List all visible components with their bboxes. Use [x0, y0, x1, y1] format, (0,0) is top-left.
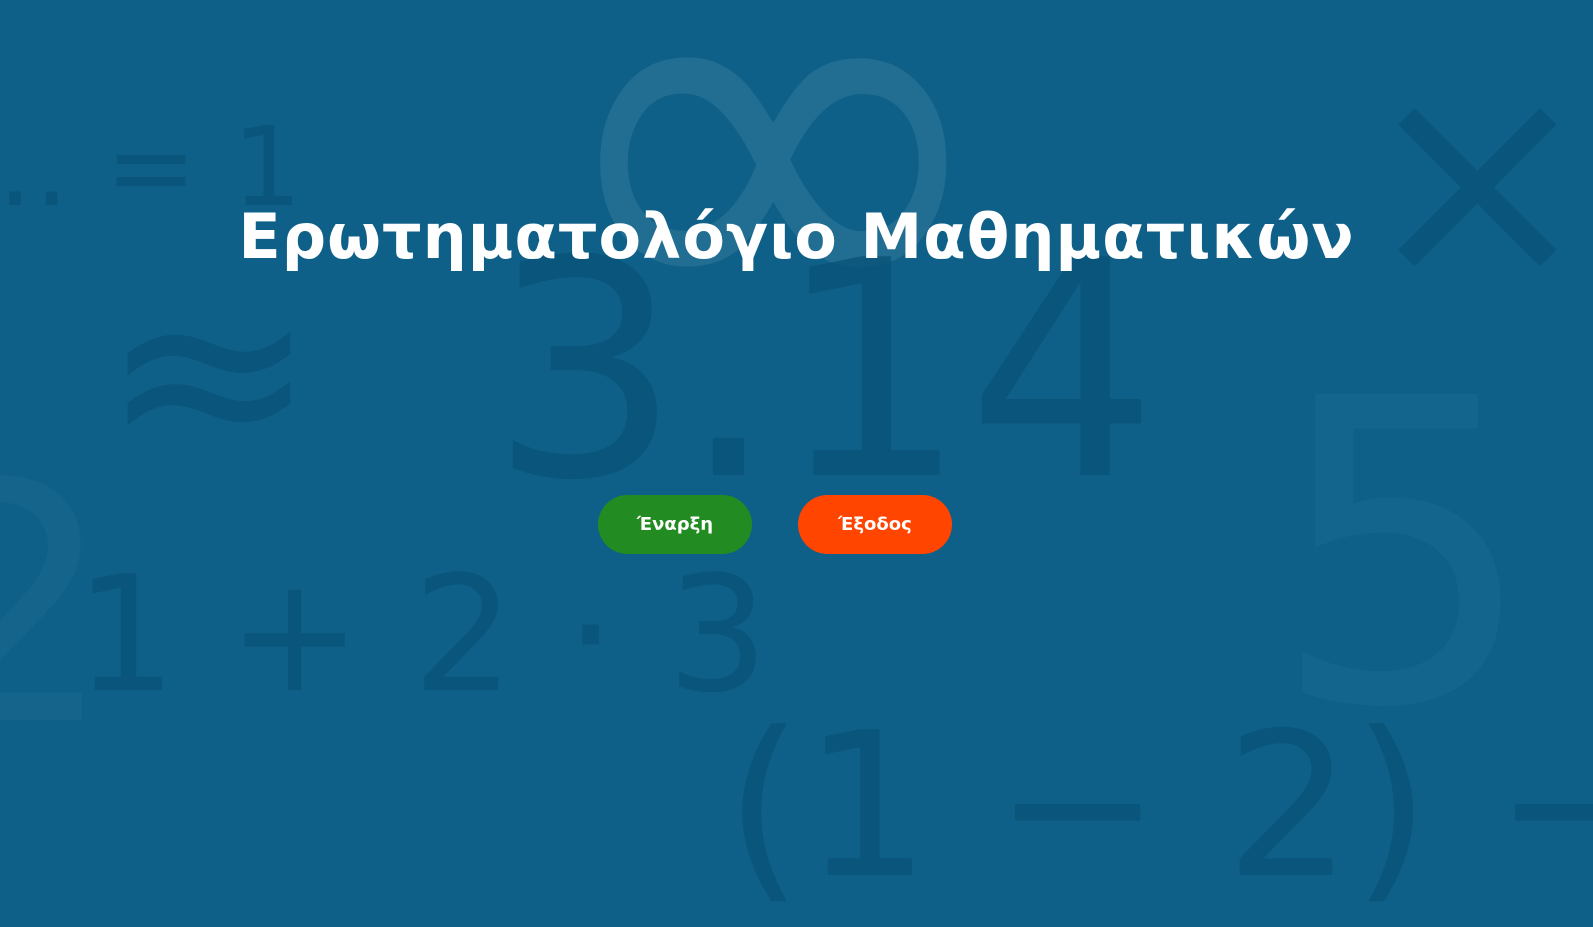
page-title: Ερωτηματολόγιο Μαθηματικών — [238, 200, 1355, 273]
bg-times-symbol: × — [1360, 16, 1593, 342]
math-symbols-background: ∞ × ≈ 3.14 5 … = 1 1 + 2 · 3 (1 − 2) − 2 — [0, 0, 1593, 927]
background-svg: ∞ × ≈ 3.14 5 … = 1 1 + 2 · 3 (1 − 2) − 2 — [0, 0, 1593, 923]
bg-paren-expression: (1 − 2) − — [725, 690, 1593, 923]
bg-expression: 1 + 2 · 3 — [75, 541, 769, 728]
bg-partial-two: 2 — [0, 414, 115, 798]
start-button[interactable]: Έναρξη — [598, 495, 752, 554]
exit-button[interactable]: Έξοδος — [798, 495, 952, 554]
